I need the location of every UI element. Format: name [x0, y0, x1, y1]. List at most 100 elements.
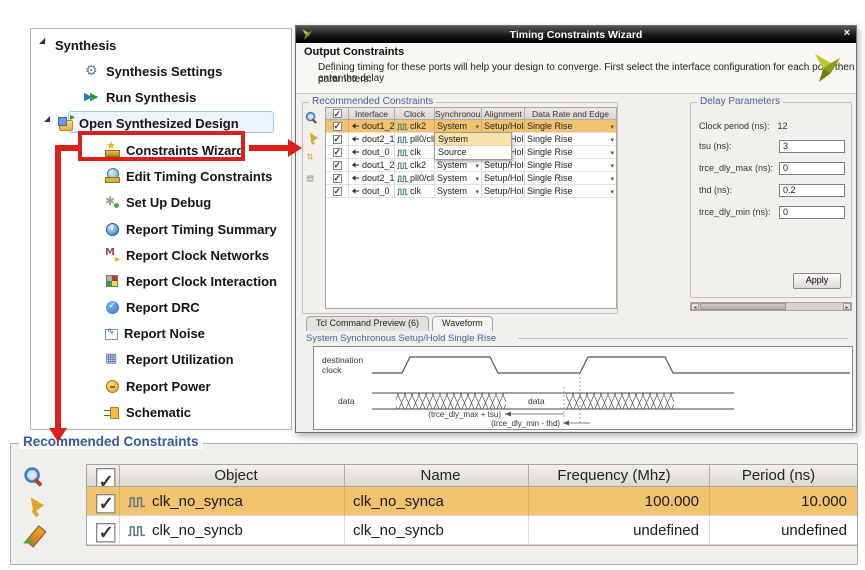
tab-tcl-command-preview[interactable]: Tcl Command Preview (6) — [306, 316, 429, 331]
expander-icon[interactable] — [44, 118, 54, 128]
cursor-icon[interactable] — [23, 496, 44, 517]
scrollbar-thumb[interactable] — [700, 303, 786, 310]
clock-waveform-icon — [397, 135, 408, 144]
table-header-row: Interface Clock Synchronous Alignment Da… — [326, 108, 616, 120]
chevron-down-icon — [610, 134, 614, 144]
col-alignment[interactable]: Alignment — [482, 108, 525, 119]
row-checkbox[interactable] — [326, 172, 349, 184]
noise-icon — [105, 329, 118, 340]
col-synchronous[interactable]: Synchronous — [435, 108, 482, 119]
dropdown-option-system[interactable]: System — [435, 133, 511, 146]
table-row[interactable]: dout1_2 clk2 System Setup/Hold Single Ri… — [326, 159, 616, 172]
scroll-left-icon[interactable] — [691, 303, 699, 310]
select-all-checkbox[interactable] — [87, 465, 120, 486]
tree-item-report-drc[interactable]: Report DRC — [104, 297, 200, 317]
thd-field[interactable] — [779, 184, 845, 197]
synchronous-dropdown[interactable]: System — [435, 172, 482, 184]
data-rate-dropdown[interactable]: Single Rise — [525, 159, 616, 171]
alignment-dropdown[interactable]: Setup/Hold — [482, 120, 525, 132]
alignment-dropdown[interactable]: Setup/Hold — [482, 172, 525, 184]
apply-button[interactable]: Apply — [793, 273, 841, 289]
recommended-constraints-group: Recommended Constraints Interface Clock … — [302, 102, 618, 314]
alignment-dropdown[interactable]: Setup/Hold — [482, 159, 525, 171]
interface-cell: dout2_1 — [362, 134, 395, 144]
col-interface[interactable]: Interface — [349, 108, 395, 119]
dropdown-option-source[interactable]: Source — [435, 146, 511, 159]
data-rate-dropdown[interactable]: Single Rise — [525, 185, 616, 197]
synchronous-dropdown[interactable]: System — [435, 159, 482, 171]
synchronous-dropdown[interactable]: System — [435, 120, 482, 132]
col-frequency[interactable]: Frequency (Mhz) — [529, 465, 710, 486]
col-period[interactable]: Period (ns) — [710, 465, 857, 486]
tree-item-label: Synthesis — [55, 38, 116, 53]
col-data-rate[interactable]: Data Rate and Edge — [525, 108, 616, 119]
search-icon[interactable] — [305, 111, 318, 124]
data-rate-dropdown[interactable]: Single Rise — [525, 146, 616, 158]
table-row[interactable]: clk_no_synca clk_no_synca 100.000 10.000 — [87, 487, 857, 516]
red-arrow-down-icon — [49, 428, 67, 442]
col-name[interactable]: Name — [345, 465, 529, 486]
row-checkbox[interactable] — [326, 120, 349, 132]
tree-item-schematic[interactable]: Schematic — [104, 402, 191, 422]
dialog-titlebar[interactable]: Timing Constraints Wizard × — [296, 26, 856, 43]
table-row[interactable]: dout_0 clk System Setup/Hold Single Rise — [326, 185, 616, 198]
tsu-field[interactable] — [779, 140, 845, 153]
section-title: Output Constraints — [304, 46, 404, 58]
tree-item-report-noise[interactable]: Report Noise — [104, 323, 205, 343]
select-all-checkbox[interactable] — [326, 108, 349, 119]
clock-cell: pll0/clk — [410, 134, 435, 144]
tree-item-report-utilization[interactable]: Report Utilization — [104, 349, 234, 369]
frequency-cell: 100.000 — [529, 487, 710, 515]
clock-waveform-icon — [128, 495, 145, 508]
data-rate-dropdown[interactable]: Single Rise — [525, 133, 616, 145]
tree-item-label: Report Clock Networks — [126, 248, 269, 263]
horizontal-scrollbar[interactable] — [690, 302, 852, 311]
tree-item-edit-timing-constraints[interactable]: Edit Timing Constraints — [104, 166, 272, 186]
col-clock[interactable]: Clock — [395, 108, 435, 119]
pencil-icon[interactable] — [23, 526, 46, 547]
row-checkbox[interactable] — [326, 146, 349, 158]
tree-item-report-clock-networks[interactable]: Report Clock Networks — [104, 245, 269, 265]
utilization-icon — [104, 351, 120, 367]
clock-waveform-icon — [397, 161, 408, 170]
name-cell: clk_no_syncb — [345, 516, 529, 544]
row-checkbox[interactable] — [326, 133, 349, 145]
row-checkbox[interactable] — [87, 487, 120, 515]
properties-icon[interactable] — [305, 174, 318, 187]
row-checkbox[interactable] — [87, 516, 120, 544]
close-icon[interactable]: × — [844, 27, 850, 39]
col-object[interactable]: Object — [120, 465, 345, 486]
tree-item-label: Edit Timing Constraints — [126, 169, 272, 184]
table-row[interactable]: dout2_1 pll0/clk System Setup/Hold Singl… — [326, 172, 616, 185]
expand-icon[interactable] — [305, 153, 318, 166]
tree-item-synthesis[interactable]: Synthesis — [39, 35, 116, 55]
row-checkbox[interactable] — [326, 159, 349, 171]
data-rate-dropdown[interactable]: Single Rise — [525, 172, 616, 184]
tab-waveform[interactable]: Waveform — [432, 316, 493, 331]
tree-item-report-timing-summary[interactable]: Report Timing Summary — [104, 219, 277, 239]
tree-item-report-clock-interaction[interactable]: Report Clock Interaction — [104, 271, 277, 291]
alignment-dropdown[interactable]: Setup/Hold — [482, 185, 525, 197]
trce-dly-min-field[interactable] — [779, 206, 845, 219]
row-checkbox[interactable] — [326, 185, 349, 197]
gear-icon — [84, 63, 100, 79]
clock-cell: pll0/clk — [410, 173, 435, 183]
tree-item-report-power[interactable]: Report Power — [104, 376, 211, 396]
tree-item-open-synthesized-design[interactable]: Open Synthesized Design — [44, 113, 239, 133]
table-row[interactable]: clk_no_syncb clk_no_syncb undefined unde… — [87, 516, 857, 545]
expander-icon[interactable] — [39, 40, 49, 50]
open-design-icon — [59, 120, 73, 131]
synchronous-dropdown[interactable]: System — [435, 185, 482, 197]
data-valid-label: data — [528, 396, 545, 406]
clock-waveform-icon — [397, 174, 408, 183]
tree-item-run-synthesis[interactable]: Run Synthesis — [84, 87, 196, 107]
cursor-icon[interactable] — [305, 132, 318, 145]
search-icon[interactable] — [23, 466, 44, 487]
trce-dly-max-field[interactable] — [779, 162, 845, 175]
tree-item-synthesis-settings[interactable]: Synthesis Settings — [84, 61, 222, 81]
data-label: data — [338, 396, 355, 406]
scroll-right-icon[interactable] — [843, 303, 851, 310]
data-rate-dropdown[interactable]: Single Rise — [525, 120, 616, 132]
chevron-down-icon — [475, 173, 479, 183]
tree-item-set-up-debug[interactable]: Set Up Debug — [104, 192, 211, 212]
